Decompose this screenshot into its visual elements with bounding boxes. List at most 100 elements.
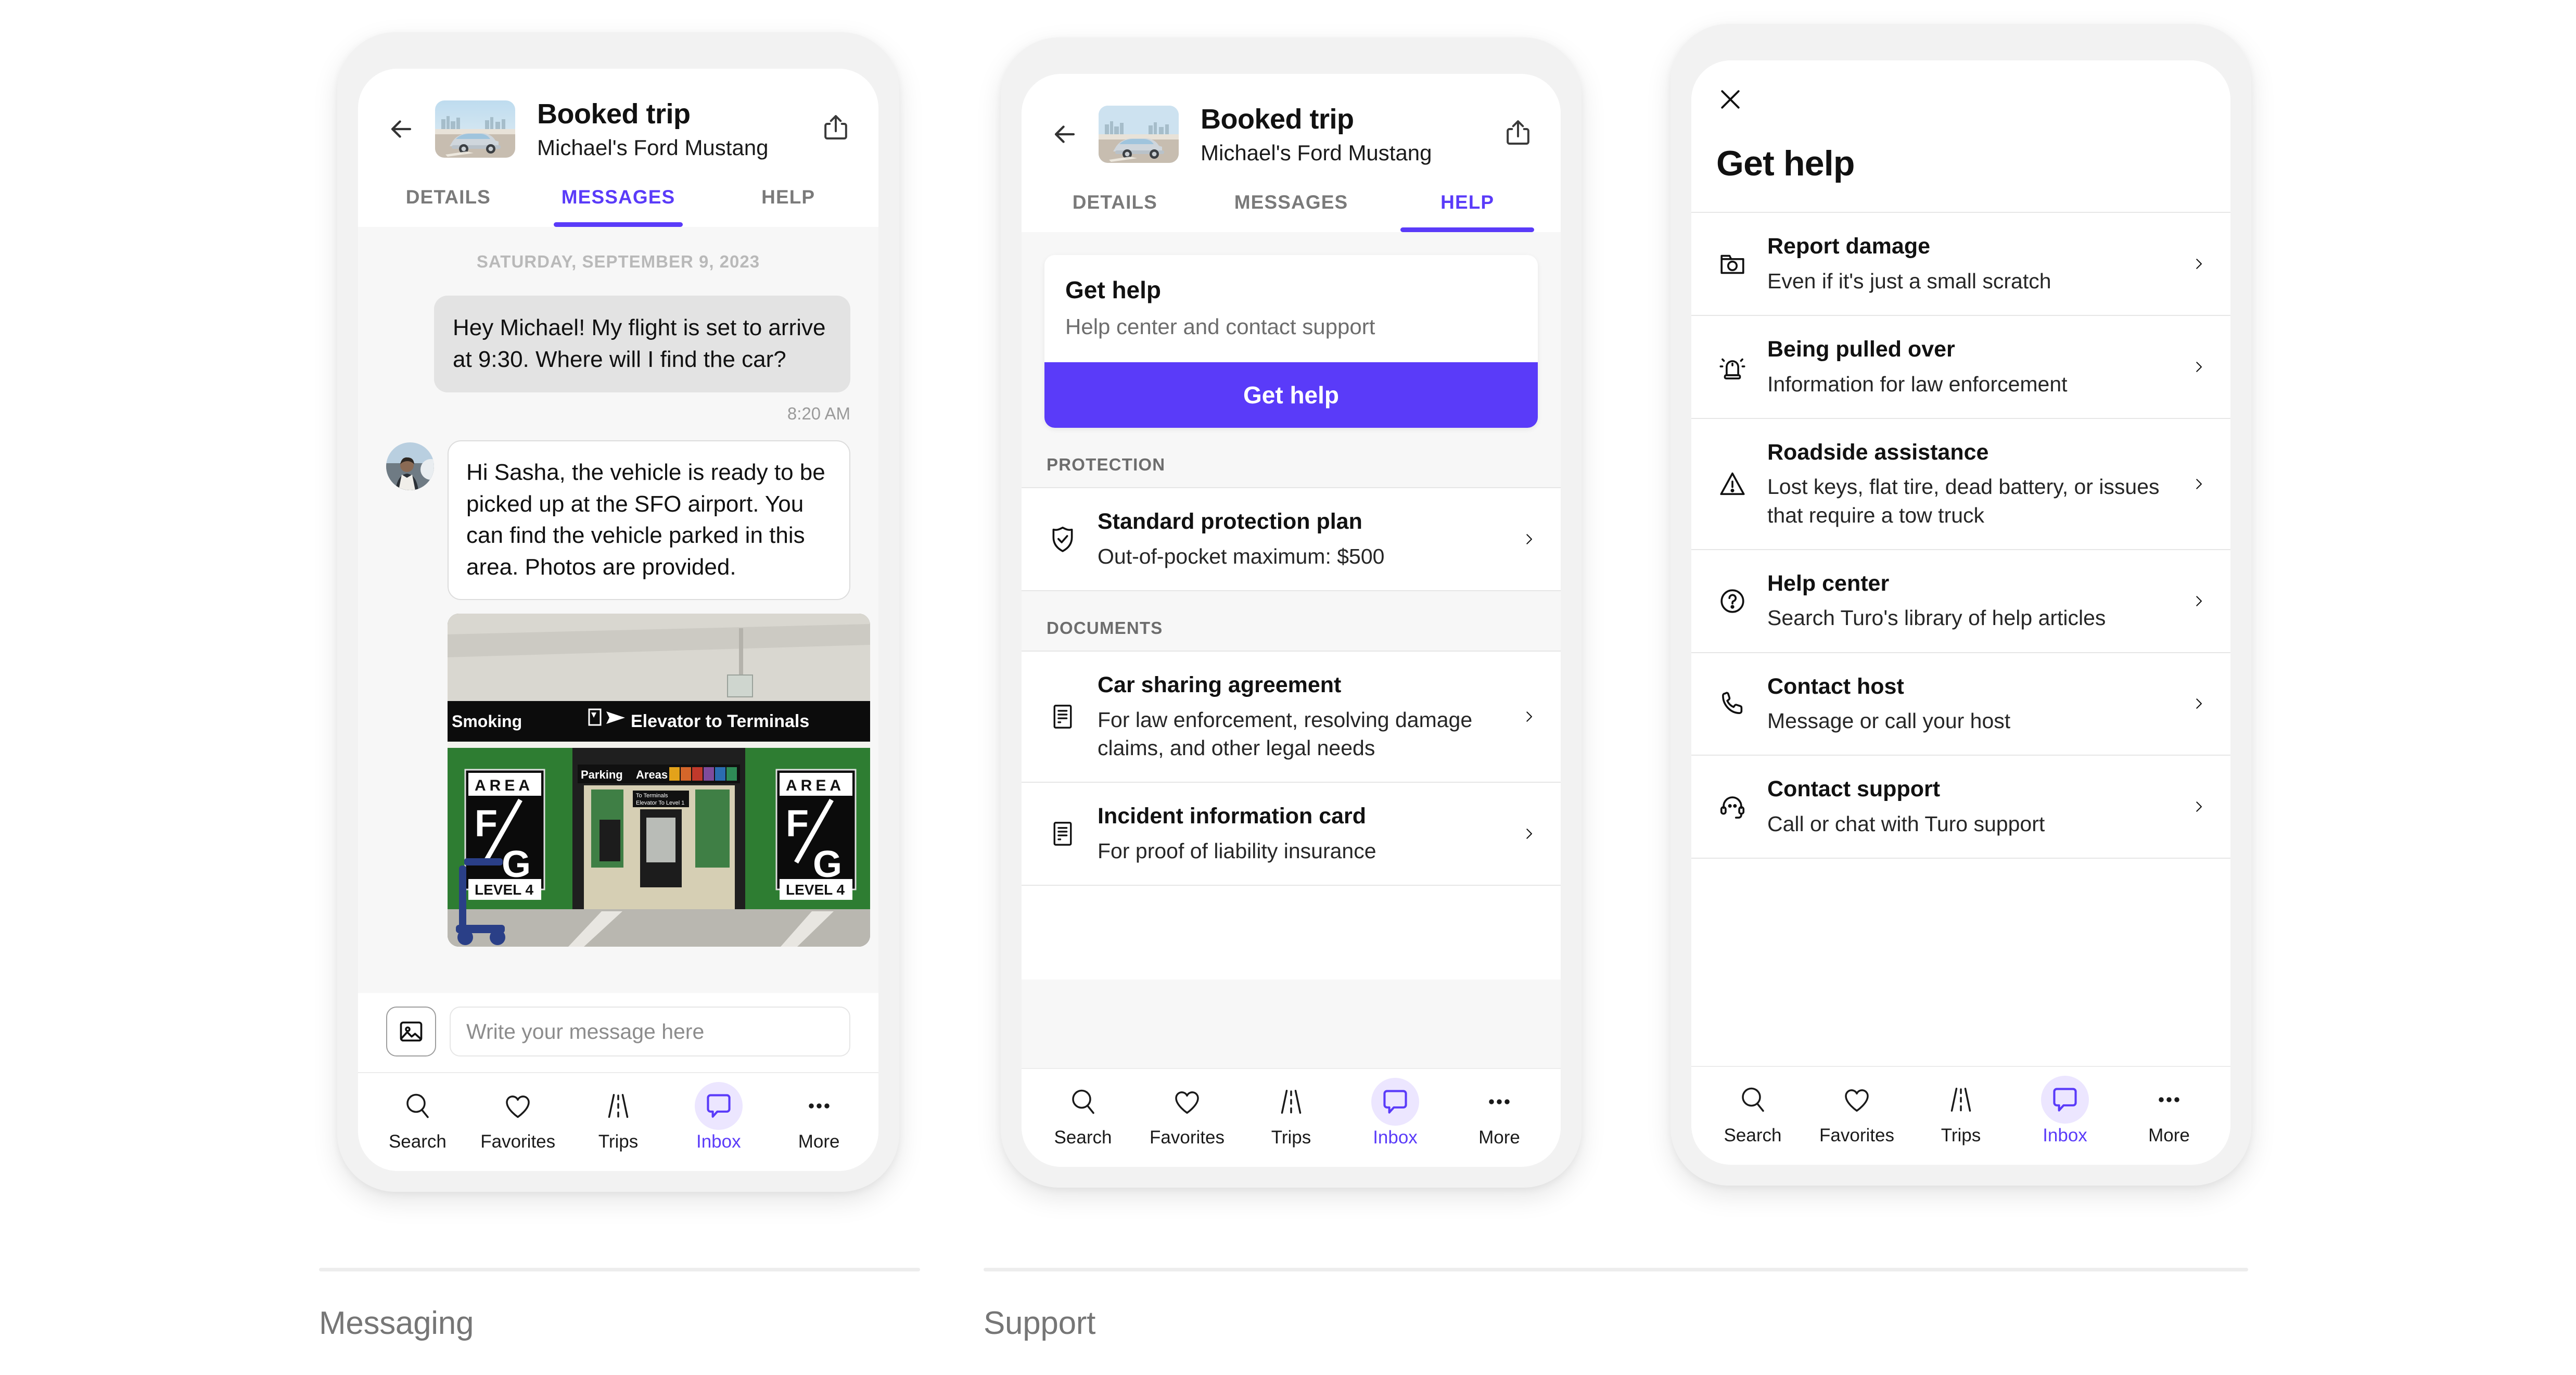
- back-arrow-icon[interactable]: [1050, 119, 1080, 149]
- list-item-title: Contact support: [1767, 776, 1941, 802]
- nav-item-inbox[interactable]: Inbox: [668, 1082, 769, 1152]
- nav-label-trips: Trips: [1271, 1127, 1311, 1148]
- list-item-title: Being pulled over: [1767, 336, 1955, 362]
- list-item-car-sharing-agreement[interactable]: Car sharing agreement For law enforcemen…: [1022, 652, 1561, 783]
- trip-tabs-help: DETAILS MESSAGES HELP: [1022, 178, 1561, 233]
- phone-icon: [1714, 689, 1751, 719]
- section-header-protection: PROTECTION: [1047, 455, 1166, 475]
- vehicle-name: Michael's Ford Mustang: [1201, 141, 1432, 165]
- list-item-report-damage[interactable]: Report damage Even if it's just a small …: [1691, 213, 2230, 316]
- vehicle-thumbnail[interactable]: [1099, 106, 1179, 163]
- close-icon[interactable]: [1716, 90, 1744, 116]
- vehicle-thumbnail[interactable]: [435, 100, 515, 158]
- section-header-documents: DOCUMENTS: [1047, 618, 1163, 638]
- road-icon: [603, 1087, 634, 1125]
- chevron-right-icon: [2190, 359, 2208, 375]
- message-composer: Write your message here: [358, 993, 878, 1072]
- list-item-being-pulled-over[interactable]: Being pulled over Information for law en…: [1691, 315, 2230, 419]
- nav-item-inbox[interactable]: Inbox: [1343, 1078, 1447, 1148]
- sheet-filler: [1691, 859, 2230, 1066]
- bottom-nav-get-help: Search Favorites Trips Inbox More: [1691, 1066, 2230, 1165]
- tab-details-label: DETAILS: [1072, 192, 1157, 213]
- tab-help[interactable]: HELP: [1379, 178, 1555, 233]
- list-item-subtitle: Message or call your host: [1767, 709, 2011, 733]
- image-attachment-icon[interactable]: [386, 1007, 436, 1056]
- list-item-incident-information-card[interactable]: Incident information card For proof of l…: [1022, 783, 1561, 886]
- svg-text:Elevator To Level 1: Elevator To Level 1: [636, 800, 684, 806]
- list-item-contact-host[interactable]: Contact host Message or call your host: [1691, 653, 2230, 756]
- list-item-text: Help center Search Turo's library of hel…: [1767, 570, 2173, 632]
- nav-item-favorites[interactable]: Favorites: [1135, 1083, 1239, 1148]
- list-item-roadside-assistance[interactable]: Roadside assistance Lost keys, flat tire…: [1691, 418, 2230, 550]
- nav-item-more[interactable]: More: [769, 1087, 869, 1152]
- get-help-card: Get help Help center and contact support…: [1044, 255, 1538, 428]
- ellipsis-icon: [1484, 1083, 1515, 1121]
- nav-item-search[interactable]: Search: [1031, 1083, 1135, 1148]
- list-item-text: Incident information card For proof of l…: [1098, 803, 1503, 865]
- message-input[interactable]: Write your message here: [450, 1007, 850, 1056]
- get-help-card-title: Get help: [1065, 276, 1162, 304]
- heart-icon: [502, 1087, 533, 1125]
- list-item-title: Report damage: [1767, 234, 1931, 259]
- get-help-button[interactable]: Get help: [1044, 362, 1538, 428]
- shield-check-icon: [1044, 524, 1081, 554]
- nav-item-trips[interactable]: Trips: [1909, 1080, 2013, 1146]
- get-help-options-list[interactable]: Report damage Even if it's just a small …: [1691, 212, 2230, 859]
- get-help-card-text: Get help Help center and contact support: [1044, 255, 1538, 362]
- list-item-text: Car sharing agreement For law enforcemen…: [1098, 671, 1503, 762]
- nav-item-trips[interactable]: Trips: [568, 1087, 669, 1152]
- chat-bubble-icon: [694, 1082, 743, 1130]
- protection-list: Standard protection plan Out-of-pocket m…: [1022, 487, 1561, 592]
- list-item-title: Standard protection plan: [1098, 509, 1362, 534]
- avatar[interactable]: [386, 442, 434, 490]
- message-thread[interactable]: SATURDAY, SEPTEMBER 9, 2023 Hey Michael!…: [358, 227, 878, 993]
- tab-messages[interactable]: MESSAGES: [533, 173, 704, 227]
- list-item-text: Standard protection plan Out-of-pocket m…: [1098, 508, 1503, 570]
- vehicle-name: Michael's Ford Mustang: [537, 135, 769, 160]
- nav-item-trips[interactable]: Trips: [1239, 1083, 1343, 1148]
- nav-item-inbox[interactable]: Inbox: [2013, 1076, 2117, 1146]
- share-icon[interactable]: [1503, 118, 1533, 150]
- tab-messages-label: MESSAGES: [1234, 192, 1348, 213]
- svg-text:LEVEL 4: LEVEL 4: [786, 882, 845, 898]
- tab-details[interactable]: DETAILS: [363, 173, 533, 227]
- list-item-subtitle: Call or chat with Turo support: [1767, 812, 2045, 836]
- nav-item-favorites[interactable]: Favorites: [468, 1087, 568, 1152]
- header-title-block: Booked trip Michael's Ford Mustang: [1197, 103, 1485, 165]
- tab-messages[interactable]: MESSAGES: [1203, 178, 1380, 232]
- get-help-sheet: Get help Report damage Even if it's just…: [1691, 60, 2230, 1066]
- message-row-incoming: Hi Sasha, the vehicle is ready to be pic…: [386, 440, 850, 600]
- list-bottom-filler: [1022, 886, 1561, 980]
- search-icon: [1067, 1083, 1099, 1121]
- document-icon: [1044, 820, 1081, 848]
- list-item-protection-plan[interactable]: Standard protection plan Out-of-pocket m…: [1022, 488, 1561, 592]
- tab-details[interactable]: DETAILS: [1027, 178, 1203, 232]
- nav-item-favorites[interactable]: Favorites: [1805, 1080, 1909, 1146]
- ellipsis-icon: [2153, 1080, 2185, 1119]
- back-arrow-icon[interactable]: [386, 114, 416, 144]
- bottom-nav-support: Search Favorites Trips Inbox More: [1022, 1068, 1561, 1167]
- help-tab-body[interactable]: Get help Help center and contact support…: [1022, 232, 1561, 1068]
- nav-label-search: Search: [1054, 1127, 1112, 1148]
- chevron-right-icon: [2190, 476, 2208, 492]
- list-item-help-center[interactable]: Help center Search Turo's library of hel…: [1691, 550, 2230, 653]
- list-item-subtitle: Search Turo's library of help articles: [1767, 606, 2106, 630]
- list-item-contact-support[interactable]: Contact support Call or chat with Turo s…: [1691, 756, 2230, 859]
- nav-item-search[interactable]: Search: [367, 1087, 468, 1152]
- share-icon[interactable]: [821, 113, 850, 145]
- message-photo-attachment[interactable]: Smoking Elevator to Terminals Parking Ar…: [448, 613, 870, 947]
- question-circle-icon: [1714, 586, 1751, 616]
- nav-item-more[interactable]: More: [2117, 1080, 2221, 1146]
- tab-help[interactable]: HELP: [703, 173, 873, 227]
- caption-label: Support: [984, 1305, 1096, 1341]
- tab-details-label: DETAILS: [405, 186, 491, 208]
- nav-item-search[interactable]: Search: [1701, 1080, 1805, 1146]
- document-icon: [1044, 703, 1081, 731]
- nav-label-trips: Trips: [598, 1131, 639, 1152]
- caption-divider: [984, 1268, 2248, 1271]
- chevron-right-icon: [1520, 709, 1538, 724]
- nav-label-favorites: Favorites: [1819, 1125, 1894, 1145]
- nav-item-more[interactable]: More: [1447, 1083, 1551, 1148]
- tab-help-label: HELP: [1440, 192, 1495, 213]
- nav-label-inbox: Inbox: [696, 1131, 741, 1152]
